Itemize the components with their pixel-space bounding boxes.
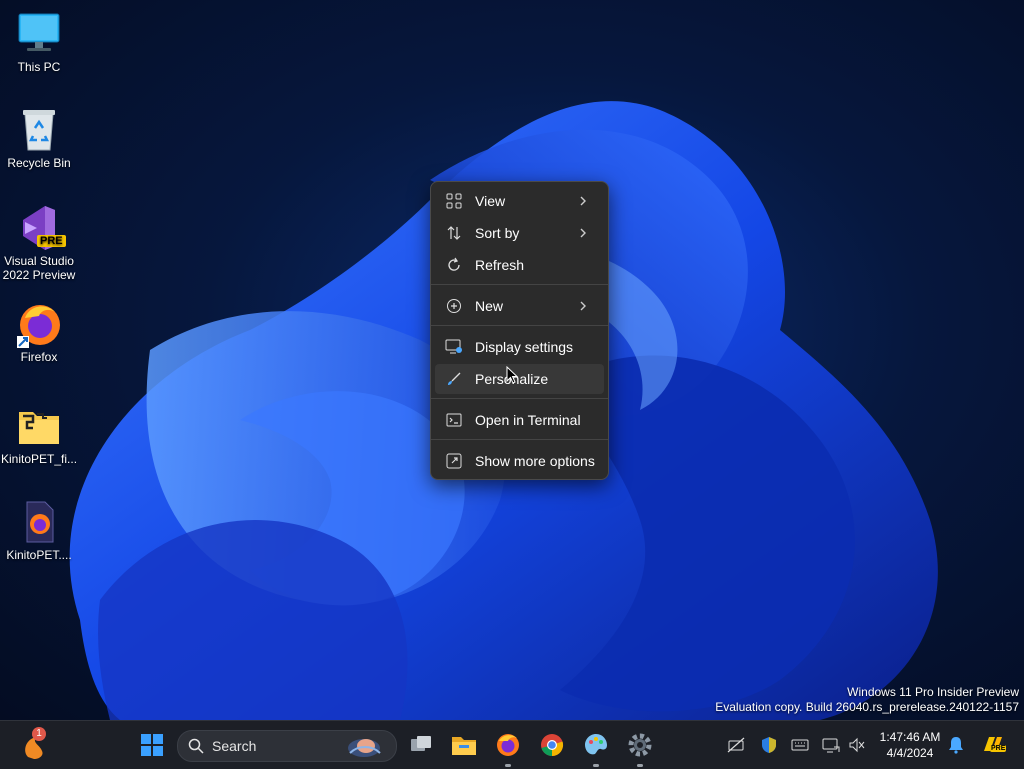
chrome-icon — [541, 734, 564, 757]
firefox-icon — [15, 300, 63, 348]
taskbar-search-box[interactable]: Search — [177, 730, 397, 762]
search-placeholder: Search — [212, 738, 257, 754]
menu-item-label: Show more options — [475, 453, 595, 469]
pre-badge: PRE — [37, 235, 66, 247]
recycle-bin-icon — [15, 106, 63, 154]
chevron-right-icon — [576, 299, 590, 313]
menu-item-show-more-options[interactable]: Show more options — [435, 446, 604, 476]
running-indicator — [637, 764, 643, 767]
brush-icon — [445, 370, 463, 388]
desktop-icon-label: This PC — [17, 60, 61, 74]
visual-studio-icon: PRE — [15, 204, 66, 252]
file-explorer-icon — [452, 737, 476, 755]
clock-time: 1:47:46 AM — [879, 730, 941, 744]
menu-item-new[interactable]: New — [435, 291, 604, 321]
menu-separator — [431, 284, 608, 285]
copilot-button[interactable]: PRE — [978, 733, 1008, 757]
show-more-icon — [445, 452, 463, 470]
desktop-icon-label: KinitoPET_fi... — [1, 452, 78, 466]
settings-icon — [628, 733, 652, 757]
refresh-icon — [445, 256, 463, 274]
running-indicator — [593, 764, 599, 767]
chevron-right-icon — [576, 194, 590, 208]
folder-icon — [15, 402, 63, 450]
paint-taskbar-button[interactable] — [580, 729, 612, 767]
desktop-icon-firefox[interactable]: Firefox — [1, 300, 77, 364]
volume-muted-icon — [849, 737, 865, 753]
volume-tray-button[interactable] — [845, 733, 869, 757]
pre-badge: PRE — [990, 745, 1007, 752]
menu-item-label: Display settings — [475, 339, 574, 355]
desktop[interactable]: This PC Recycle Bin PRE Visual Studio 20… — [0, 0, 1024, 720]
desktop-icon-label: Firefox — [20, 350, 58, 364]
menu-item-sort-by[interactable]: Sort by — [435, 218, 604, 248]
desktop-icon-kinitopet-folder[interactable]: KinitoPET_fi... — [1, 402, 77, 466]
windows-start-icon — [141, 734, 163, 756]
notifications-button[interactable] — [944, 733, 968, 757]
menu-item-label: Refresh — [475, 257, 525, 273]
taskbar: 1 Search 1:47:46 AM 4/4/2024 PRE — [0, 720, 1024, 769]
search-highlight-image-icon — [348, 739, 381, 757]
menu-separator — [431, 398, 608, 399]
terminal-icon — [445, 411, 463, 429]
desktop-context-menu: View Sort by Refresh New Display setting… — [430, 181, 609, 480]
start-button[interactable] — [136, 729, 168, 761]
desktop-icon-label: Visual Studio 2022 Preview — [2, 254, 76, 282]
desktop-icon-kinitopet-file[interactable]: KinitoPET.... — [1, 498, 77, 562]
clock-date: 4/4/2024 — [886, 746, 934, 760]
display-tray-button[interactable] — [819, 733, 843, 757]
bell-icon — [949, 737, 963, 754]
mouse-cursor-icon — [506, 366, 519, 384]
display-settings-icon — [445, 338, 463, 356]
menu-separator — [431, 325, 608, 326]
paint-icon — [585, 734, 607, 755]
watermark-edition: Windows 11 Pro Insider Preview — [847, 685, 1019, 699]
notification-badge: 1 — [32, 727, 46, 741]
firefox-file-icon — [15, 498, 63, 546]
menu-item-open-in-terminal[interactable]: Open in Terminal — [435, 405, 604, 435]
defender-icon — [762, 737, 776, 753]
settings-taskbar-button[interactable] — [624, 729, 656, 767]
new-plus-icon — [445, 297, 463, 315]
menu-separator — [431, 439, 608, 440]
running-indicator — [505, 764, 511, 767]
view-grid-icon — [445, 192, 463, 210]
menu-item-view[interactable]: View — [435, 186, 604, 216]
file-explorer-button[interactable] — [448, 729, 480, 761]
menu-item-label: View — [475, 193, 506, 209]
search-icon — [188, 738, 204, 754]
desktop-icon-label: Recycle Bin — [7, 156, 71, 170]
firefox-icon — [497, 734, 519, 756]
watermark-build: Evaluation copy. Build 26040.rs_prerelea… — [715, 700, 1019, 714]
menu-item-label: Open in Terminal — [475, 412, 581, 428]
desktop-icon-label: KinitoPET.... — [6, 548, 72, 562]
widgets-button[interactable]: 1 — [18, 727, 50, 761]
evaluation-watermark: Windows 11 Pro Insider Preview Evaluatio… — [715, 685, 1019, 715]
monitor-icon — [15, 10, 63, 58]
desktop-icon-this-pc[interactable]: This PC — [1, 10, 77, 74]
taskbar-clock[interactable]: 1:47:46 AM 4/4/2024 — [872, 729, 948, 761]
task-view-button[interactable] — [405, 729, 437, 761]
defender-tray-button[interactable] — [757, 733, 781, 757]
menu-item-display-settings[interactable]: Display settings — [435, 332, 604, 362]
menu-item-refresh[interactable]: Refresh — [435, 250, 604, 280]
display-icon — [822, 738, 840, 753]
desktop-icon-visual-studio[interactable]: PRE Visual Studio 2022 Preview — [1, 204, 77, 282]
sort-icon — [445, 224, 463, 242]
chevron-right-icon — [576, 226, 590, 240]
desktop-icon-recycle-bin[interactable]: Recycle Bin — [1, 106, 77, 170]
chrome-taskbar-button[interactable] — [536, 729, 568, 761]
menu-item-label: New — [475, 298, 504, 314]
menu-item-label: Sort by — [475, 225, 520, 241]
network-tray-button[interactable] — [724, 733, 748, 757]
firefox-taskbar-button[interactable] — [492, 729, 524, 767]
keyboard-icon — [791, 739, 809, 751]
keyboard-tray-button[interactable] — [788, 733, 812, 757]
network-off-icon — [727, 737, 745, 753]
task-view-icon — [411, 736, 431, 751]
